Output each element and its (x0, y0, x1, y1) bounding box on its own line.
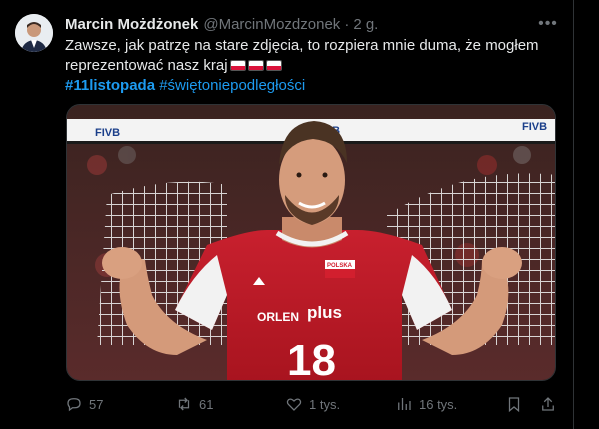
tweet-text-line-1: Zawsze, jak patrzę na stare zdjęcia, to … (65, 37, 539, 54)
retweet-icon (178, 397, 190, 411)
reply-button[interactable]: 57 (65, 393, 103, 415)
user-handle[interactable]: @MarcinMozdzonek (203, 16, 340, 33)
views-icon (398, 398, 411, 410)
reply-count: 57 (89, 396, 104, 412)
bookmark-icon (508, 397, 520, 413)
flag-pl-icon (247, 60, 264, 71)
jersey-number: 18 (287, 336, 336, 381)
views-button[interactable]: 16 tys. (395, 393, 457, 415)
like-count: 1 tys. (309, 396, 341, 412)
tweet-text: Zawsze, jak patrzę na stare zdjęcia, to … (65, 36, 545, 96)
views-count: 16 tys. (419, 396, 458, 412)
like-icon (286, 398, 302, 411)
hashtag-link[interactable]: #świętoniepodległości (159, 77, 305, 94)
flag-pl-icon (229, 60, 246, 71)
separator-dot: · (344, 15, 350, 33)
more-icon[interactable]: ••• (537, 14, 559, 34)
reply-icon (67, 398, 81, 412)
jersey-sponsor: plus (307, 303, 342, 322)
display-name[interactable]: Marcin Możdżonek (65, 16, 198, 33)
share-button[interactable] (539, 393, 557, 415)
bookmark-button[interactable] (505, 393, 523, 415)
flag-pl-icon (265, 60, 282, 71)
jersey-flag-text: POLSKA (327, 263, 353, 269)
timestamp[interactable]: 2 g. (353, 16, 378, 33)
tweet-photo[interactable]: FIVB FIVB FIVB POLSKA (66, 104, 556, 381)
tweet-header: Marcin Możdżonek @MarcinMozdzonek · 2 g. (65, 14, 378, 34)
share-icon (542, 397, 554, 411)
avatar[interactable] (15, 14, 53, 52)
retweet-button[interactable]: 61 (175, 393, 213, 415)
tweet-actions: 57 61 1 tys. 16 tys. (65, 393, 559, 415)
banner-fivb-right: FIVB (522, 121, 547, 133)
like-button[interactable]: 1 tys. (285, 393, 340, 415)
tweet-text-line-2: reprezentować nasz kraj (65, 57, 228, 74)
jersey-brand: ORLEN (257, 310, 299, 324)
tweet[interactable]: Marcin Możdżonek @MarcinMozdzonek · 2 g.… (0, 0, 574, 429)
hashtag-link[interactable]: #11listopada (65, 77, 155, 94)
retweet-count: 61 (199, 396, 214, 412)
banner-fivb-left: FIVB (95, 127, 120, 139)
